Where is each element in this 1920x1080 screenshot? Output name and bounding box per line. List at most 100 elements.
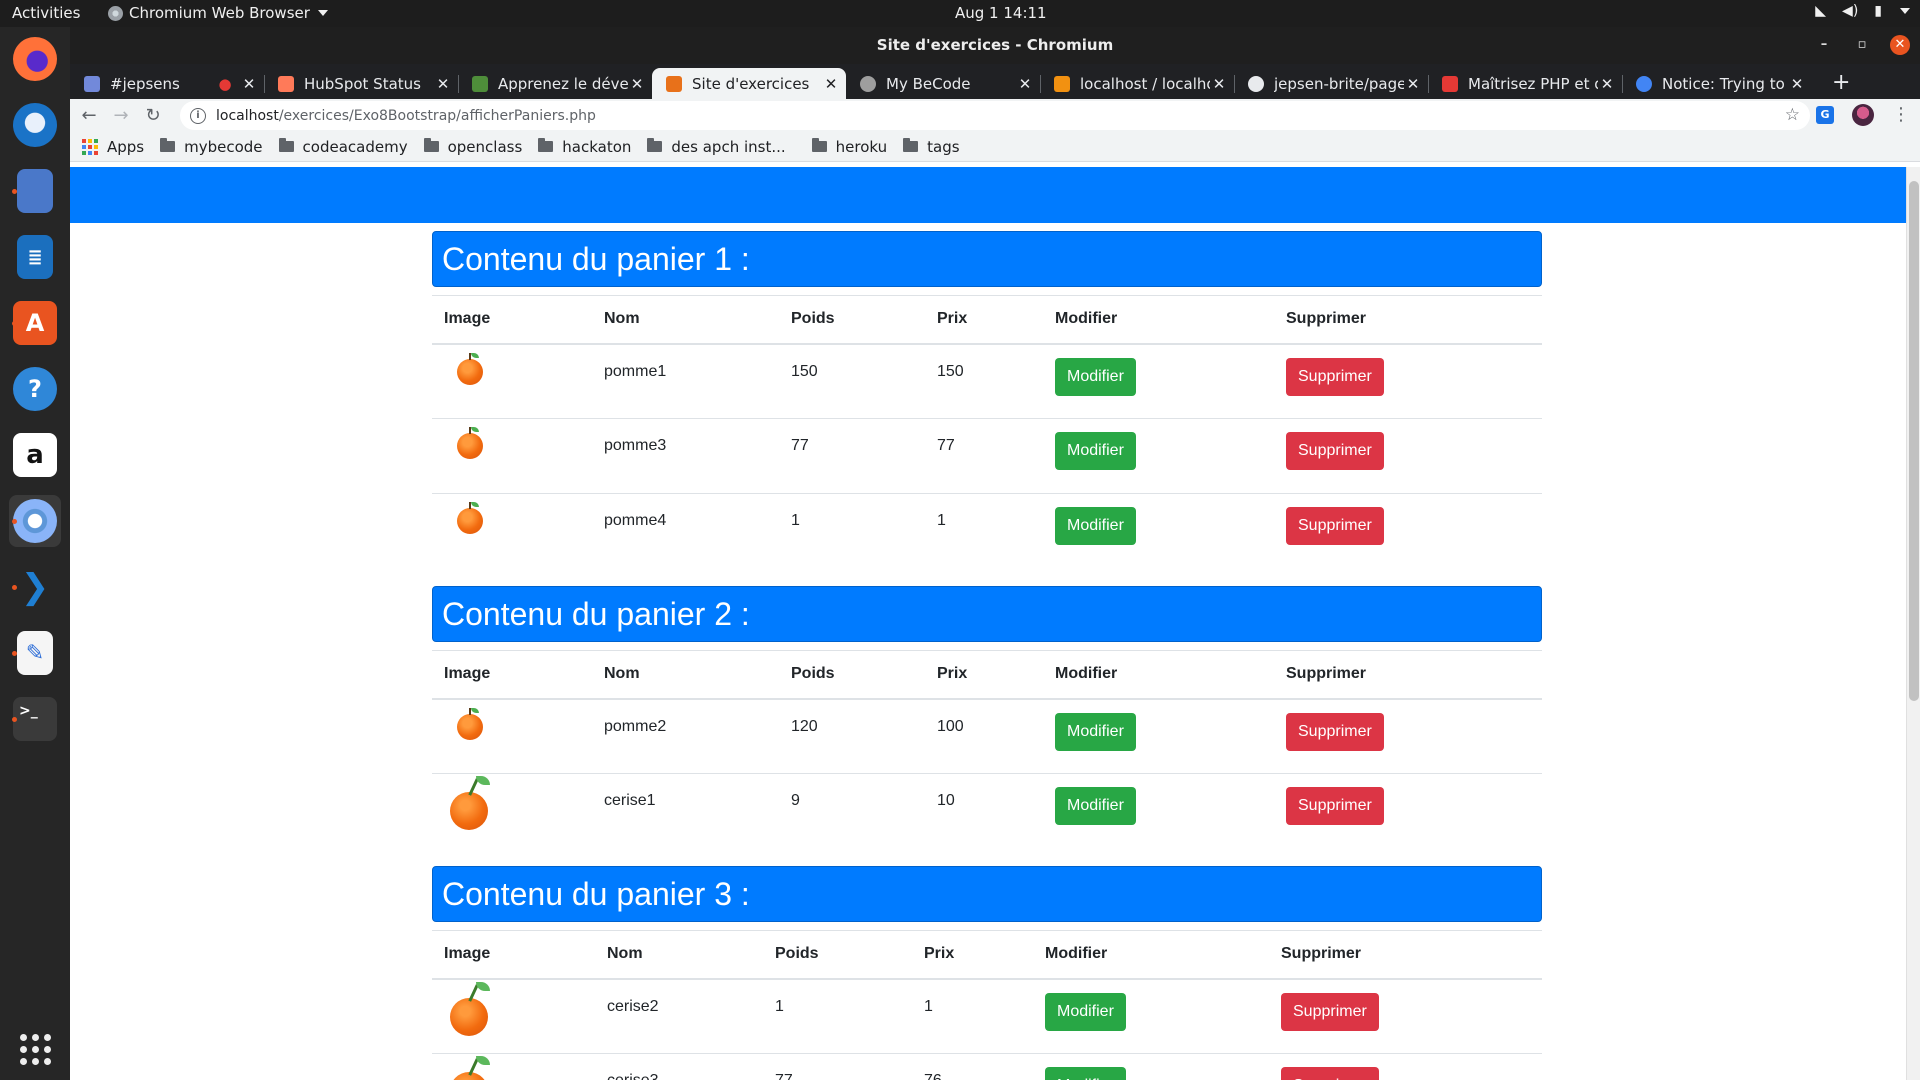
dock-terminal[interactable]: >_ xyxy=(9,693,61,745)
supprimer-button[interactable]: Supprimer xyxy=(1286,357,1384,396)
cell-supprimer: Supprimer xyxy=(1274,773,1542,849)
dock-thunderbird[interactable] xyxy=(9,99,61,151)
dock-firefox[interactable] xyxy=(9,33,61,85)
panier-title: Contenu du panier 2 : xyxy=(432,586,1542,642)
dock-vscode[interactable]: ❯ xyxy=(9,561,61,613)
close-tab-icon[interactable]: ✕ xyxy=(628,75,646,93)
reload-button[interactable]: ↻ xyxy=(140,105,166,126)
translate-icon[interactable]: G xyxy=(1816,106,1834,124)
close-tab-icon[interactable]: ✕ xyxy=(1404,75,1422,93)
table-header-row: Image Nom Poids Prix Modifier Supprimer xyxy=(432,650,1542,700)
dock-files[interactable] xyxy=(9,165,61,217)
column-header: Prix xyxy=(925,295,1043,345)
table-header-row: Image Nom Poids Prix Modifier Supprimer xyxy=(432,295,1542,345)
cell-modifier: Modifier xyxy=(1043,773,1274,849)
window-titlebar[interactable]: Site d'exercices - Chromium – ▫ ✕ xyxy=(70,27,1920,64)
tab-github[interactable]: jepsen-brite/pages ✕ xyxy=(1234,68,1429,99)
minimize-button[interactable]: – xyxy=(1814,35,1834,55)
close-tab-icon[interactable]: ✕ xyxy=(1598,75,1616,93)
clock[interactable]: Aug 1 14:11 xyxy=(955,4,1047,22)
app-menu[interactable]: Chromium Web Browser xyxy=(108,4,328,22)
new-tab-button[interactable]: + xyxy=(1832,70,1850,95)
table-row: pomme1 150 150 Modifier Supprimer xyxy=(432,343,1542,419)
tab-jepsens[interactable]: #jepsens ● ✕ xyxy=(70,68,265,99)
close-tab-icon[interactable]: ✕ xyxy=(1016,75,1034,93)
tab-site-exercices[interactable]: Site d'exercices ✕ xyxy=(652,68,846,99)
chevron-down-icon xyxy=(1900,8,1910,14)
modifier-button[interactable]: Modifier xyxy=(1055,507,1136,545)
dock-chromium[interactable] xyxy=(9,495,61,547)
panier-table: Image Nom Poids Prix Modifier Supprimer cerise… xyxy=(432,930,1542,1080)
scrollbar-thumb[interactable] xyxy=(1909,181,1919,701)
modifier-button[interactable]: Modifier xyxy=(1055,432,1136,470)
modifier-button[interactable]: Modifier xyxy=(1045,992,1126,1031)
supprimer-button[interactable]: Supprimer xyxy=(1286,507,1384,545)
modifier-button[interactable]: Modifier xyxy=(1045,1067,1126,1080)
page-scrollbar[interactable] xyxy=(1906,167,1920,1080)
bookmark-folder-codeacademy[interactable]: codeacademy xyxy=(278,138,408,156)
menu-kebab-icon[interactable]: ⋮ xyxy=(1892,106,1910,124)
profile-avatar[interactable] xyxy=(1852,104,1874,126)
toolbar-actions: G ⋮ xyxy=(1816,104,1910,126)
maximize-button[interactable]: ▫ xyxy=(1852,35,1872,55)
back-button[interactable]: ← xyxy=(76,105,102,126)
tab-phpmyadmin[interactable]: localhost / localhost ✕ xyxy=(1040,68,1235,99)
close-tab-icon[interactable]: ✕ xyxy=(822,75,840,93)
apple-icon xyxy=(444,423,492,471)
bookmark-label: des apch inst... xyxy=(671,137,786,156)
address-bar[interactable]: i localhost /exercices/Exo8Bootstrap/aff… xyxy=(180,101,1810,130)
column-header: Image xyxy=(432,930,595,980)
modifier-button[interactable]: Modifier xyxy=(1055,712,1136,751)
system-tray[interactable]: ◣ ◀) ▮ xyxy=(1815,3,1910,19)
supprimer-button[interactable]: Supprimer xyxy=(1286,712,1384,751)
bookmark-folder-mybecode[interactable]: mybecode xyxy=(160,138,263,156)
cell-image xyxy=(432,418,592,494)
site-navbar xyxy=(70,167,1906,223)
tab-openclassrooms[interactable]: Apprenez le développement ✕ xyxy=(458,68,652,99)
bookmark-folder-tags[interactable]: tags xyxy=(903,138,960,156)
supprimer-button[interactable]: Supprimer xyxy=(1286,432,1384,470)
cell-modifier: Modifier xyxy=(1043,418,1274,494)
bookmark-folder-heroku[interactable]: heroku xyxy=(811,138,887,156)
bookmark-label: Apps xyxy=(107,137,145,156)
panier-table: Image Nom Poids Prix Modifier Supprimer pomme1… xyxy=(432,295,1542,569)
dock-amazon[interactable]: a xyxy=(9,429,61,481)
info-icon[interactable]: i xyxy=(190,107,206,124)
tab-openclassrooms-php[interactable]: Maîtrisez PHP et des ✕ xyxy=(1428,68,1623,99)
dock-help[interactable]: ? xyxy=(9,363,61,415)
tab-label: Apprenez le développement xyxy=(498,74,628,93)
tab-label: HubSpot Status xyxy=(304,74,421,93)
bookmark-folder-openclass[interactable]: openclass xyxy=(423,138,522,156)
close-tab-icon[interactable]: ✕ xyxy=(240,75,258,93)
bookmark-folder-hackaton[interactable]: hackaton xyxy=(538,138,631,156)
page-viewport: Contenu du panier 1 : Image Nom Poids Prix Mo… xyxy=(70,167,1920,1080)
bookmark-star-icon[interactable]: ☆ xyxy=(1785,105,1800,125)
close-tab-icon[interactable]: ✕ xyxy=(434,75,452,93)
running-indicator xyxy=(12,585,17,590)
running-indicator xyxy=(12,519,17,524)
dock-text-editor[interactable]: ✎ xyxy=(9,627,61,679)
activities-button[interactable]: Activities xyxy=(12,4,80,22)
show-applications-button[interactable] xyxy=(9,1023,61,1075)
bookmark-folder-apch[interactable]: des apch inst... xyxy=(647,137,786,156)
supprimer-button[interactable]: Supprimer xyxy=(1281,1067,1379,1080)
column-header: Image xyxy=(432,650,592,700)
window-title: Site d'exercices - Chromium xyxy=(876,36,1114,54)
tab-label: jepsen-brite/pages xyxy=(1274,74,1404,93)
tab-google-search[interactable]: Notice: Trying to ac ✕ xyxy=(1622,68,1812,99)
modifier-button[interactable]: Modifier xyxy=(1055,787,1136,825)
close-tab-icon[interactable]: ✕ xyxy=(1210,75,1228,93)
cell-supprimer: Supprimer xyxy=(1274,343,1542,419)
bookmark-apps[interactable]: Apps xyxy=(82,138,144,156)
tab-hubspot[interactable]: HubSpot Status ✕ xyxy=(264,68,459,99)
modifier-button[interactable]: Modifier xyxy=(1055,357,1136,396)
dock-writer[interactable]: ≣ xyxy=(9,231,61,283)
dock-software[interactable]: A xyxy=(9,297,61,349)
supprimer-button[interactable]: Supprimer xyxy=(1281,992,1379,1031)
forward-button[interactable]: → xyxy=(108,105,134,126)
close-window-button[interactable]: ✕ xyxy=(1890,35,1910,55)
supprimer-button[interactable]: Supprimer xyxy=(1286,787,1384,825)
tab-mybecode[interactable]: My BeCode ✕ xyxy=(846,68,1041,99)
close-tab-icon[interactable]: ✕ xyxy=(1788,75,1806,93)
column-header: Prix xyxy=(925,650,1043,700)
